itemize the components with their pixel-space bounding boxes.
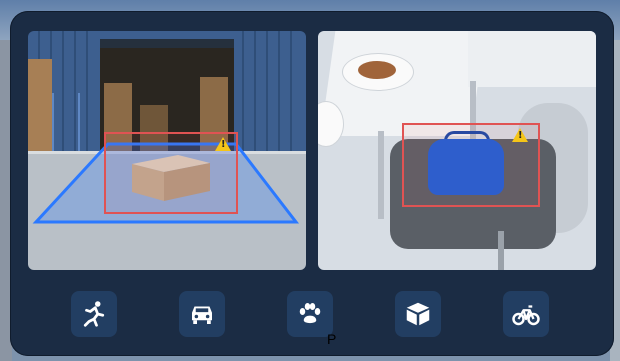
warning-icon: [215, 137, 231, 151]
detection-panel: [10, 11, 614, 356]
running-person-icon[interactable]: [71, 291, 117, 337]
bicycle-icon[interactable]: [503, 291, 549, 337]
table-leg: [378, 131, 384, 219]
table: [468, 31, 596, 87]
warning-icon: [512, 128, 528, 142]
chair-leg: [498, 231, 504, 270]
package-icon[interactable]: [395, 291, 441, 337]
detection-category-bar: [10, 287, 614, 343]
camera-feed-cafe[interactable]: [318, 31, 596, 270]
caption-text: P: [327, 331, 337, 347]
food: [358, 61, 396, 79]
car-icon[interactable]: [179, 291, 225, 337]
camera-feed-warehouse[interactable]: [28, 31, 306, 270]
